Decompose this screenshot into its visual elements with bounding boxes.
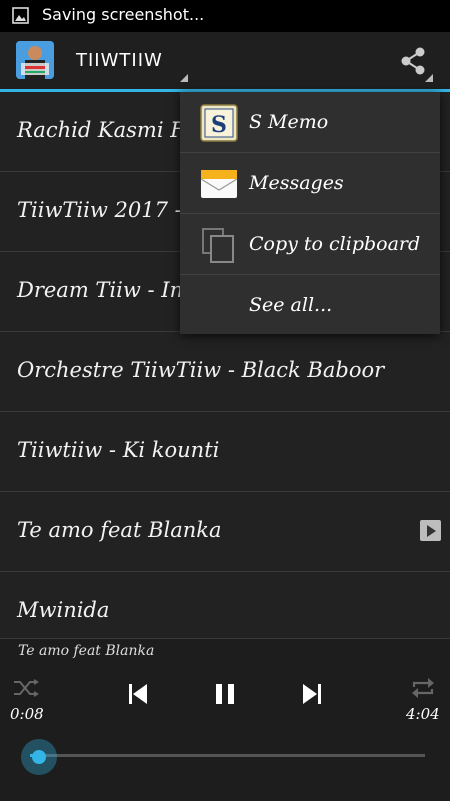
song-list-item-playing[interactable]: Te amo feat Blanka [0, 492, 450, 572]
messages-icon [200, 170, 238, 198]
pause-icon[interactable] [214, 683, 236, 705]
svg-text:S: S [211, 112, 227, 138]
menu-item-label: S Memo [249, 111, 329, 133]
song-title: Mwinida [17, 598, 110, 622]
status-text: Saving screenshot... [42, 5, 205, 24]
copy-icon [202, 228, 234, 263]
song-list-item[interactable]: Tiiwtiiw - Ki kounti [0, 412, 450, 492]
song-title: Orchestre TiiwTiiw - Black Baboor [17, 358, 385, 382]
title-dropdown-indicator [180, 74, 188, 82]
image-icon [12, 7, 29, 24]
elapsed-time: 0:08 [10, 705, 44, 723]
menu-item-copy-to-clipboard[interactable]: Copy to clipboard [180, 214, 440, 275]
menu-item-s-memo[interactable]: S S Memo [180, 92, 440, 153]
player-bar: Te amo feat Blanka 0:08 4:04 [0, 638, 450, 801]
menu-item-see-all[interactable]: See all... [180, 275, 440, 336]
now-playing-title: Te amo feat Blanka [18, 643, 155, 659]
share-menu: S S Memo Messages Copy to clipboard See … [180, 92, 440, 334]
menu-item-label: Messages [249, 172, 344, 194]
next-icon[interactable] [302, 683, 322, 705]
menu-item-label: Copy to clipboard [249, 233, 421, 255]
duration-time: 4:04 [406, 705, 440, 723]
seek-bar[interactable] [30, 754, 425, 757]
previous-icon[interactable] [128, 683, 148, 705]
repeat-icon[interactable] [410, 677, 436, 699]
song-title: Te amo feat Blanka [17, 518, 222, 542]
s-memo-icon: S [200, 104, 238, 142]
menu-item-label: See all... [249, 294, 333, 316]
song-list-item[interactable]: Orchestre TiiwTiiw - Black Baboor [0, 332, 450, 412]
shuffle-icon[interactable] [12, 679, 40, 697]
song-title: Tiiwtiiw - Ki kounti [17, 438, 220, 462]
seek-thumb[interactable] [21, 739, 57, 775]
share-icon[interactable] [398, 46, 428, 76]
app-icon[interactable] [16, 41, 54, 79]
share-dropdown-indicator [425, 74, 433, 82]
menu-item-messages[interactable]: Messages [180, 153, 440, 214]
app-title[interactable]: TIIWTIIW [76, 50, 163, 71]
action-bar: TIIWTIIW [0, 32, 450, 92]
app-logo-icon [16, 41, 54, 79]
status-bar: Saving screenshot... [0, 0, 450, 32]
now-playing-icon [420, 520, 441, 541]
